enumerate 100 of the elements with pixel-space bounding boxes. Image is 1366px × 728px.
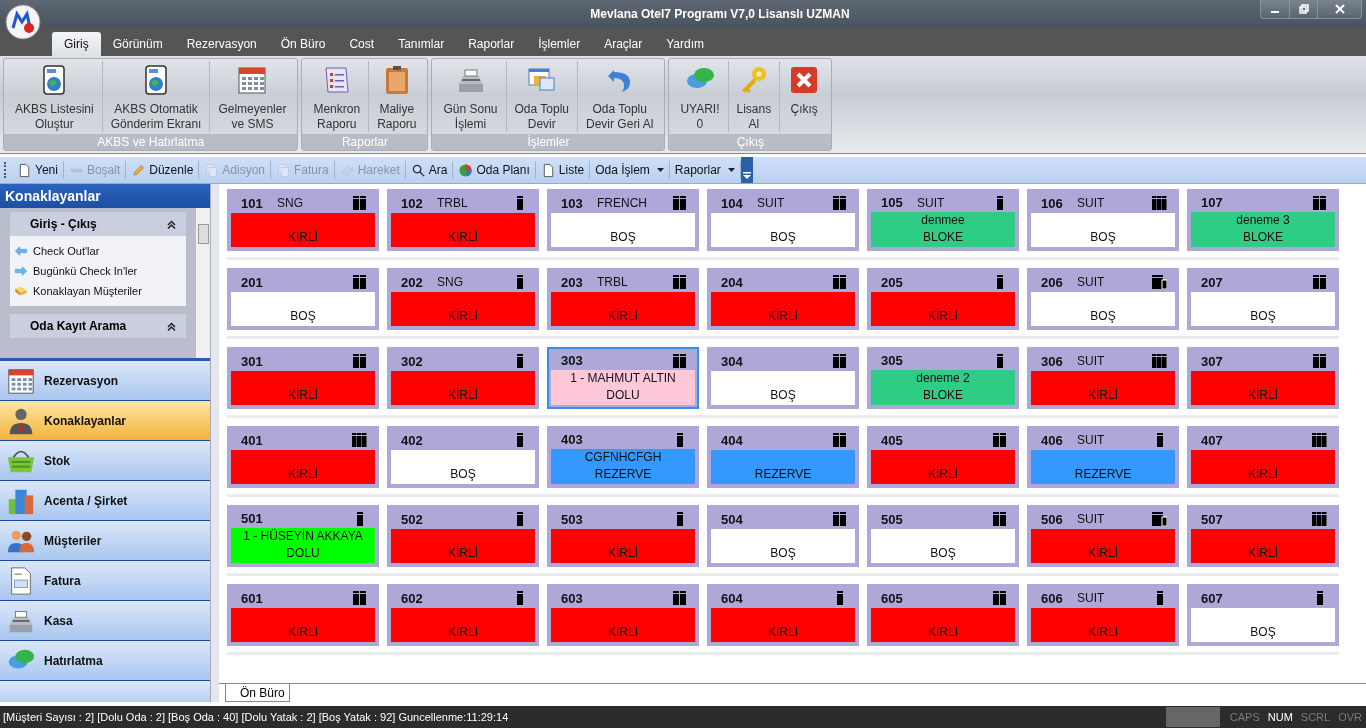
section-header[interactable]: Giriş - Çıkış — [10, 212, 186, 236]
room-card[interactable]: 406 SUIT REZERVE — [1027, 426, 1179, 488]
room-card[interactable]: 606 SUIT KİRLİ — [1027, 584, 1179, 646]
room-card[interactable]: 403 CGFNHCFGH REZERVE — [547, 426, 699, 488]
room-card[interactable]: 307 KİRLİ — [1187, 347, 1339, 409]
ribbon-tab[interactable]: Araçlar — [592, 32, 655, 56]
nav-button[interactable]: Konaklayanlar — [0, 401, 210, 441]
room-card[interactable]: 407 KİRLİ — [1187, 426, 1339, 488]
toolbar-button[interactable]: Raporlar — [669, 161, 741, 179]
section-header[interactable]: Oda Kayıt Arama — [10, 314, 186, 338]
toolbar-button[interactable]: Ara — [405, 161, 454, 179]
room-card[interactable]: 301 KİRLİ — [227, 347, 379, 409]
room-card[interactable]: 502 KİRLİ — [387, 505, 539, 567]
room-card[interactable]: 302 KİRLİ — [387, 347, 539, 409]
toolbar-button[interactable]: Düzenle — [126, 161, 200, 179]
copies-icon — [276, 162, 291, 178]
room-card[interactable]: 607 BOŞ — [1187, 584, 1339, 646]
room-number: 407 — [1201, 432, 1224, 448]
ribbon-button[interactable]: Lisans Al — [728, 61, 781, 132]
ribbon-button[interactable]: Oda Toplu Devir Geri Al — [578, 61, 662, 132]
room-card[interactable]: 205 KİRLİ — [867, 268, 1019, 330]
ribbon-tab[interactable]: Ön Büro — [268, 32, 338, 56]
room-number: 606 — [1041, 590, 1064, 606]
ribbon-button[interactable]: Gelmeyenler ve SMS — [210, 61, 295, 132]
room-card[interactable]: 103 FRENCH BOŞ — [547, 189, 699, 251]
nav-button[interactable]: Kasa — [0, 601, 210, 641]
sidebar-link[interactable]: Konaklayan Müşteriler — [14, 284, 182, 298]
ribbon-button[interactable]: AKBS Listesini Oluştur — [7, 61, 103, 132]
room-card[interactable]: 304 BOŞ — [707, 347, 859, 409]
close-button[interactable] — [1317, 0, 1361, 18]
room-card[interactable]: 602 KİRLİ — [387, 584, 539, 646]
scrollbar[interactable] — [196, 208, 210, 358]
room-type: FRENCH — [597, 196, 648, 210]
ribbon-button[interactable]: Oda Toplu Devir — [506, 61, 579, 132]
room-status: KİRLİ — [448, 545, 478, 562]
room-card[interactable]: 605 KİRLİ — [867, 584, 1019, 646]
room-card[interactable]: 203 TRBL KİRLİ — [547, 268, 699, 330]
room-card[interactable]: 507 KİRLİ — [1187, 505, 1339, 567]
nav-button[interactable]: Fatura — [0, 561, 210, 601]
room-card[interactable]: 305 deneme 2 BLOKE — [867, 347, 1019, 409]
room-card[interactable]: 603 KİRLİ — [547, 584, 699, 646]
ribbon-button[interactable]: Çıkış — [780, 61, 829, 132]
sidebar-link[interactable]: Check Out'lar — [14, 244, 182, 258]
room-card[interactable]: 104 SUIT BOŞ — [707, 189, 859, 251]
room-card[interactable]: 106 SUIT BOŞ — [1027, 189, 1179, 251]
room-card[interactable]: 405 KİRLİ — [867, 426, 1019, 488]
sidebar-link[interactable]: Bugünkü Check In'ler — [14, 264, 182, 278]
room-card[interactable]: 401 KİRLİ — [227, 426, 379, 488]
ribbon-tab[interactable]: Rezervasyon — [174, 32, 269, 56]
room-card[interactable]: 105 SUIT denmee BLOKE — [867, 189, 1019, 251]
ribbon-button[interactable]: Maliye Raporu — [369, 61, 425, 132]
ribbon-tab[interactable]: Raporlar — [456, 32, 527, 56]
minimize-button[interactable] — [1261, 0, 1289, 18]
ribbon-tab[interactable]: Cost — [337, 32, 387, 56]
room-number: 505 — [881, 511, 904, 527]
room-card[interactable]: 202 SNG KİRLİ — [387, 268, 539, 330]
document-tab[interactable]: Ön Büro — [225, 684, 290, 702]
room-card[interactable]: 101 SNG KİRLİ — [227, 189, 379, 251]
toolbar-button[interactable]: Yeni — [12, 161, 64, 179]
room-status: BOŞ — [1090, 229, 1116, 246]
restore-button[interactable] — [1289, 0, 1317, 18]
room-card[interactable]: 501 1 - HÜSEYİN AKKAYA DOLU — [227, 505, 379, 567]
nav-button[interactable]: Rezervasyon — [0, 361, 210, 401]
room-card[interactable]: 402 BOŞ — [387, 426, 539, 488]
room-card[interactable]: 102 TRBL KİRLİ — [387, 189, 539, 251]
room-card[interactable]: 303 1 - MAHMUT ALTIN DOLU — [547, 347, 699, 409]
room-card[interactable]: 404 REZERVE — [707, 426, 859, 488]
ribbon-button[interactable]: UYARI! 0 — [672, 61, 729, 132]
ribbon-tab[interactable]: Tanımlar — [386, 32, 457, 56]
room-card[interactable]: 201 BOŞ — [227, 268, 379, 330]
ribbon-button[interactable]: Gün Sonu İşlemi — [435, 61, 507, 132]
nav-button[interactable]: Stok — [0, 441, 210, 481]
nav-button[interactable]: Hatırlatma — [0, 641, 210, 681]
room-card[interactable]: 505 BOŞ — [867, 505, 1019, 567]
toolbar-button[interactable]: Liste — [535, 161, 591, 179]
room-status: KİRLİ — [608, 545, 638, 562]
nav-button[interactable]: Müşteriler — [0, 521, 210, 561]
ribbon-button[interactable]: Menkron Raporu — [305, 61, 370, 132]
ribbon-tab[interactable]: İşlemler — [526, 32, 593, 56]
room-card[interactable]: 107 deneme 3 BLOKE — [1187, 189, 1339, 251]
room-status: BOŞ — [610, 229, 636, 246]
room-card[interactable]: 207 BOŞ — [1187, 268, 1339, 330]
ribbon-tab[interactable]: Giriş — [52, 32, 101, 56]
toolbar-button[interactable]: Oda İşlem — [590, 161, 670, 179]
room-card[interactable]: 306 SUIT KİRLİ — [1027, 347, 1179, 409]
ribbon-tab[interactable]: Yardım — [654, 32, 716, 56]
nav-button[interactable]: Acenta / Şirket — [0, 481, 210, 521]
room-card[interactable]: 601 KİRLİ — [227, 584, 379, 646]
ribbon-button[interactable]: AKBS Otomatik Gönderim Ekranı — [102, 61, 211, 132]
room-card[interactable]: 503 KİRLİ — [547, 505, 699, 567]
room-card[interactable]: 504 BOŞ — [707, 505, 859, 567]
room-type: SUIT — [1077, 433, 1106, 447]
search-icon — [410, 162, 426, 178]
room-card[interactable]: 506 SUIT KİRLİ — [1027, 505, 1179, 567]
ribbon-tab[interactable]: Görünüm — [100, 32, 175, 56]
room-card[interactable]: 604 KİRLİ — [707, 584, 859, 646]
room-number: 506 — [1041, 511, 1064, 527]
room-card[interactable]: 206 SUIT BOŞ — [1027, 268, 1179, 330]
room-card[interactable]: 204 KİRLİ — [707, 268, 859, 330]
toolbar-button[interactable]: Oda Planı — [453, 161, 536, 179]
